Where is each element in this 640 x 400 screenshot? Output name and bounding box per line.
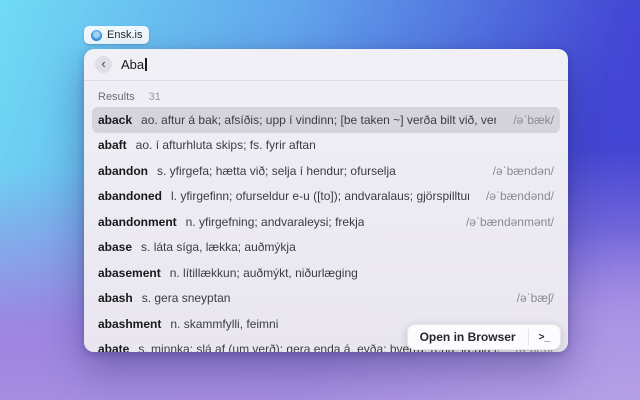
open-in-browser-button[interactable]: Open in Browser [408,325,528,349]
result-word: abash [98,291,133,306]
result-word: abate [98,342,130,352]
result-row[interactable]: abandoned l. yfirgefinn; ofurseldur e-u (… [92,184,560,210]
result-word: abashment [98,316,162,331]
result-word: abandonment [98,214,177,229]
result-row[interactable]: abaft ao. í afturhluta skips; fs. fyrir a… [92,133,560,159]
result-pronunciation: /əˈbændənd/ [485,189,554,204]
back-button[interactable]: ‹ [95,56,112,73]
app-badge-label: Ensk.is [107,29,143,41]
text-caret [145,58,147,71]
result-definition: s. yfirgefa; hætta við; selja í hendur; … [157,163,396,178]
chevron-left-icon: ‹ [101,56,106,71]
result-row[interactable]: abasement n. lítillækkun; auðmýkt, niðurl… [92,260,560,286]
action-bar: Open in Browser >_ [406,324,561,350]
result-definition: n. lítillækkun; auðmýkt, niðurlæging [169,265,358,280]
dictionary-window: ‹ Aba Results 31 aback ao. aftur á bak; a… [84,49,568,352]
result-word: abase [98,240,133,255]
results-header: Results 31 [84,81,568,107]
result-word: aback [98,112,133,127]
results-label: Results [98,91,135,103]
result-definition: ao. í afturhluta skips; fs. fyrir aftan [135,138,316,153]
result-definition: s. gera sneyptan [141,291,231,306]
results-count: 31 [148,91,161,103]
results-list: aback ao. aftur á bak; afsíðis; upp í vin… [84,107,568,352]
result-word: abandoned [98,189,163,204]
result-row[interactable]: aback ao. aftur á bak; afsíðis; upp í vin… [92,107,560,133]
result-row[interactable]: abandon s. yfirgefa; hætta við; selja í h… [92,158,560,184]
terminal-prompt-icon[interactable]: >_ [529,325,560,349]
result-row[interactable]: abandonment n. yfirgefning; andvaraleysi;… [92,209,560,235]
result-pronunciation: /əˈbæk/ [513,112,554,127]
result-word: abasement [98,265,161,280]
result-row[interactable]: abash s. gera sneyptan/əˈbæʃ/ [92,286,560,312]
result-definition: l. yfirgefinn; ofurseldur e-u ([to]); an… [171,189,469,204]
ensk-app-icon [91,29,102,41]
search-input[interactable]: Aba [121,57,147,72]
result-definition: n. skammfylli, feimni [170,316,279,331]
result-definition: ao. aftur á bak; afsíðis; upp í vindinn;… [141,112,497,127]
result-pronunciation: /əˈbæʃ/ [516,291,554,306]
result-word: abaft [98,138,127,153]
result-pronunciation: /əˈbændənmənt/ [465,214,554,229]
result-definition: s. láta síga, lækka; auðmýkja [141,240,296,255]
search-query-text: Aba [121,57,145,72]
app-badge[interactable]: Ensk.is [84,26,150,44]
search-bar: ‹ Aba [84,49,568,80]
result-pronunciation: /əˈbændən/ [492,163,554,178]
result-row[interactable]: abase s. láta síga, lækka; auðmýkja [92,235,560,261]
result-definition: n. yfirgefning; andvaraleysi; frekja [185,214,365,229]
result-word: abandon [98,163,148,178]
